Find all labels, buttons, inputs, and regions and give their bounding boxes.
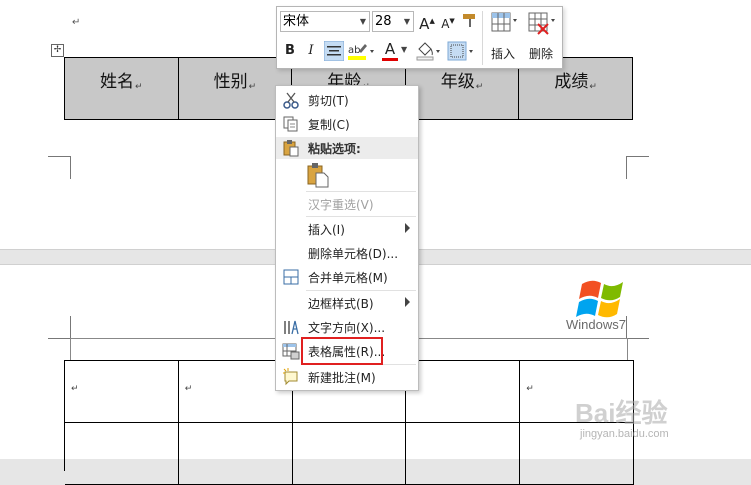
- merge-cells-icon: [283, 269, 299, 285]
- grow-font-button[interactable]: A▲: [418, 11, 436, 33]
- font-name-select[interactable]: 宋体 ▼: [280, 11, 370, 32]
- paste-keep-formatting-icon[interactable]: [306, 162, 330, 188]
- shrink-font-button[interactable]: A▼: [439, 11, 457, 31]
- table-cell[interactable]: ↵: [65, 361, 179, 423]
- font-color-bar: [382, 58, 398, 61]
- crop-mark: [48, 316, 71, 339]
- menu-item-text-direction[interactable]: 文字方向(X)...: [276, 316, 418, 338]
- menu-item-border-styles[interactable]: 边框样式(B): [276, 292, 418, 314]
- scissors-icon: [283, 92, 299, 109]
- paste-icon: [283, 140, 299, 157]
- copy-icon: [283, 116, 298, 132]
- menu-section-paste-options: 粘贴选项:: [276, 137, 418, 159]
- watermark-url: jingyan.baidu.com: [580, 428, 669, 440]
- menu-separator: [306, 290, 416, 291]
- format-painter-icon[interactable]: [461, 13, 479, 29]
- menu-item-new-comment[interactable]: 新建批注(M): [276, 366, 418, 388]
- menu-item-reconvert: 汉字重选(V): [308, 198, 374, 212]
- chevron-down-icon[interactable]: ▼: [360, 12, 366, 31]
- windows-logo-text: Windows7: [566, 317, 626, 332]
- table-properties-icon: [282, 343, 300, 360]
- delete-button[interactable]: 删除: [523, 10, 559, 66]
- highlight-box: [301, 337, 383, 365]
- chevron-down-icon[interactable]: ▼: [401, 45, 407, 54]
- menu-item-cut[interactable]: 剪切(T): [276, 89, 418, 111]
- table-cell[interactable]: [406, 423, 521, 485]
- menu-item-delete-cells[interactable]: 删除单元格(D)...: [276, 242, 418, 264]
- delete-table-icon: [528, 12, 555, 35]
- crop-mark: [626, 156, 649, 179]
- menu-item-insert[interactable]: 插入(I): [276, 218, 418, 240]
- chevron-down-icon[interactable]: ▼: [404, 12, 410, 31]
- font-color-button[interactable]: A: [381, 39, 399, 59]
- toolbar-separator: [482, 11, 483, 65]
- new-comment-icon: [283, 368, 298, 386]
- bold-button[interactable]: B: [281, 41, 299, 61]
- svg-text:ab: ab: [348, 45, 360, 56]
- submenu-arrow-icon: [405, 297, 410, 307]
- table-move-handle-icon[interactable]: ✢: [51, 44, 64, 57]
- insert-table-icon: [491, 12, 517, 32]
- table-cell[interactable]: [178, 423, 293, 485]
- borders-icon[interactable]: [447, 41, 477, 61]
- insert-button[interactable]: 插入: [485, 10, 521, 66]
- table-cell[interactable]: ↵: [406, 361, 521, 423]
- menu-separator: [306, 216, 416, 217]
- table-cell[interactable]: [65, 423, 179, 485]
- paragraph-mark: ↵: [72, 17, 81, 28]
- text-direction-icon: [284, 320, 299, 335]
- mini-toolbar: 宋体 ▼ 28 ▼ A▲ A▼ B I ab A ▼ 插入 删除: [276, 6, 563, 69]
- italic-button[interactable]: I: [302, 41, 320, 61]
- watermark-text: Bai经验: [575, 398, 668, 428]
- menu-item-merge-cells[interactable]: 合并单元格(M): [276, 266, 418, 288]
- center-align-icon[interactable]: [324, 41, 344, 61]
- table-cell[interactable]: [292, 423, 407, 485]
- table-header-cell[interactable]: 姓名 ↵: [65, 58, 179, 119]
- crop-mark: [48, 156, 71, 179]
- menu-item-copy[interactable]: 复制(C): [276, 113, 418, 135]
- highlighter-icon[interactable]: ab: [347, 41, 377, 61]
- shading-icon[interactable]: [415, 41, 443, 61]
- menu-separator: [306, 191, 416, 192]
- font-size-select[interactable]: 28 ▼: [372, 11, 414, 32]
- submenu-arrow-icon: [405, 223, 410, 233]
